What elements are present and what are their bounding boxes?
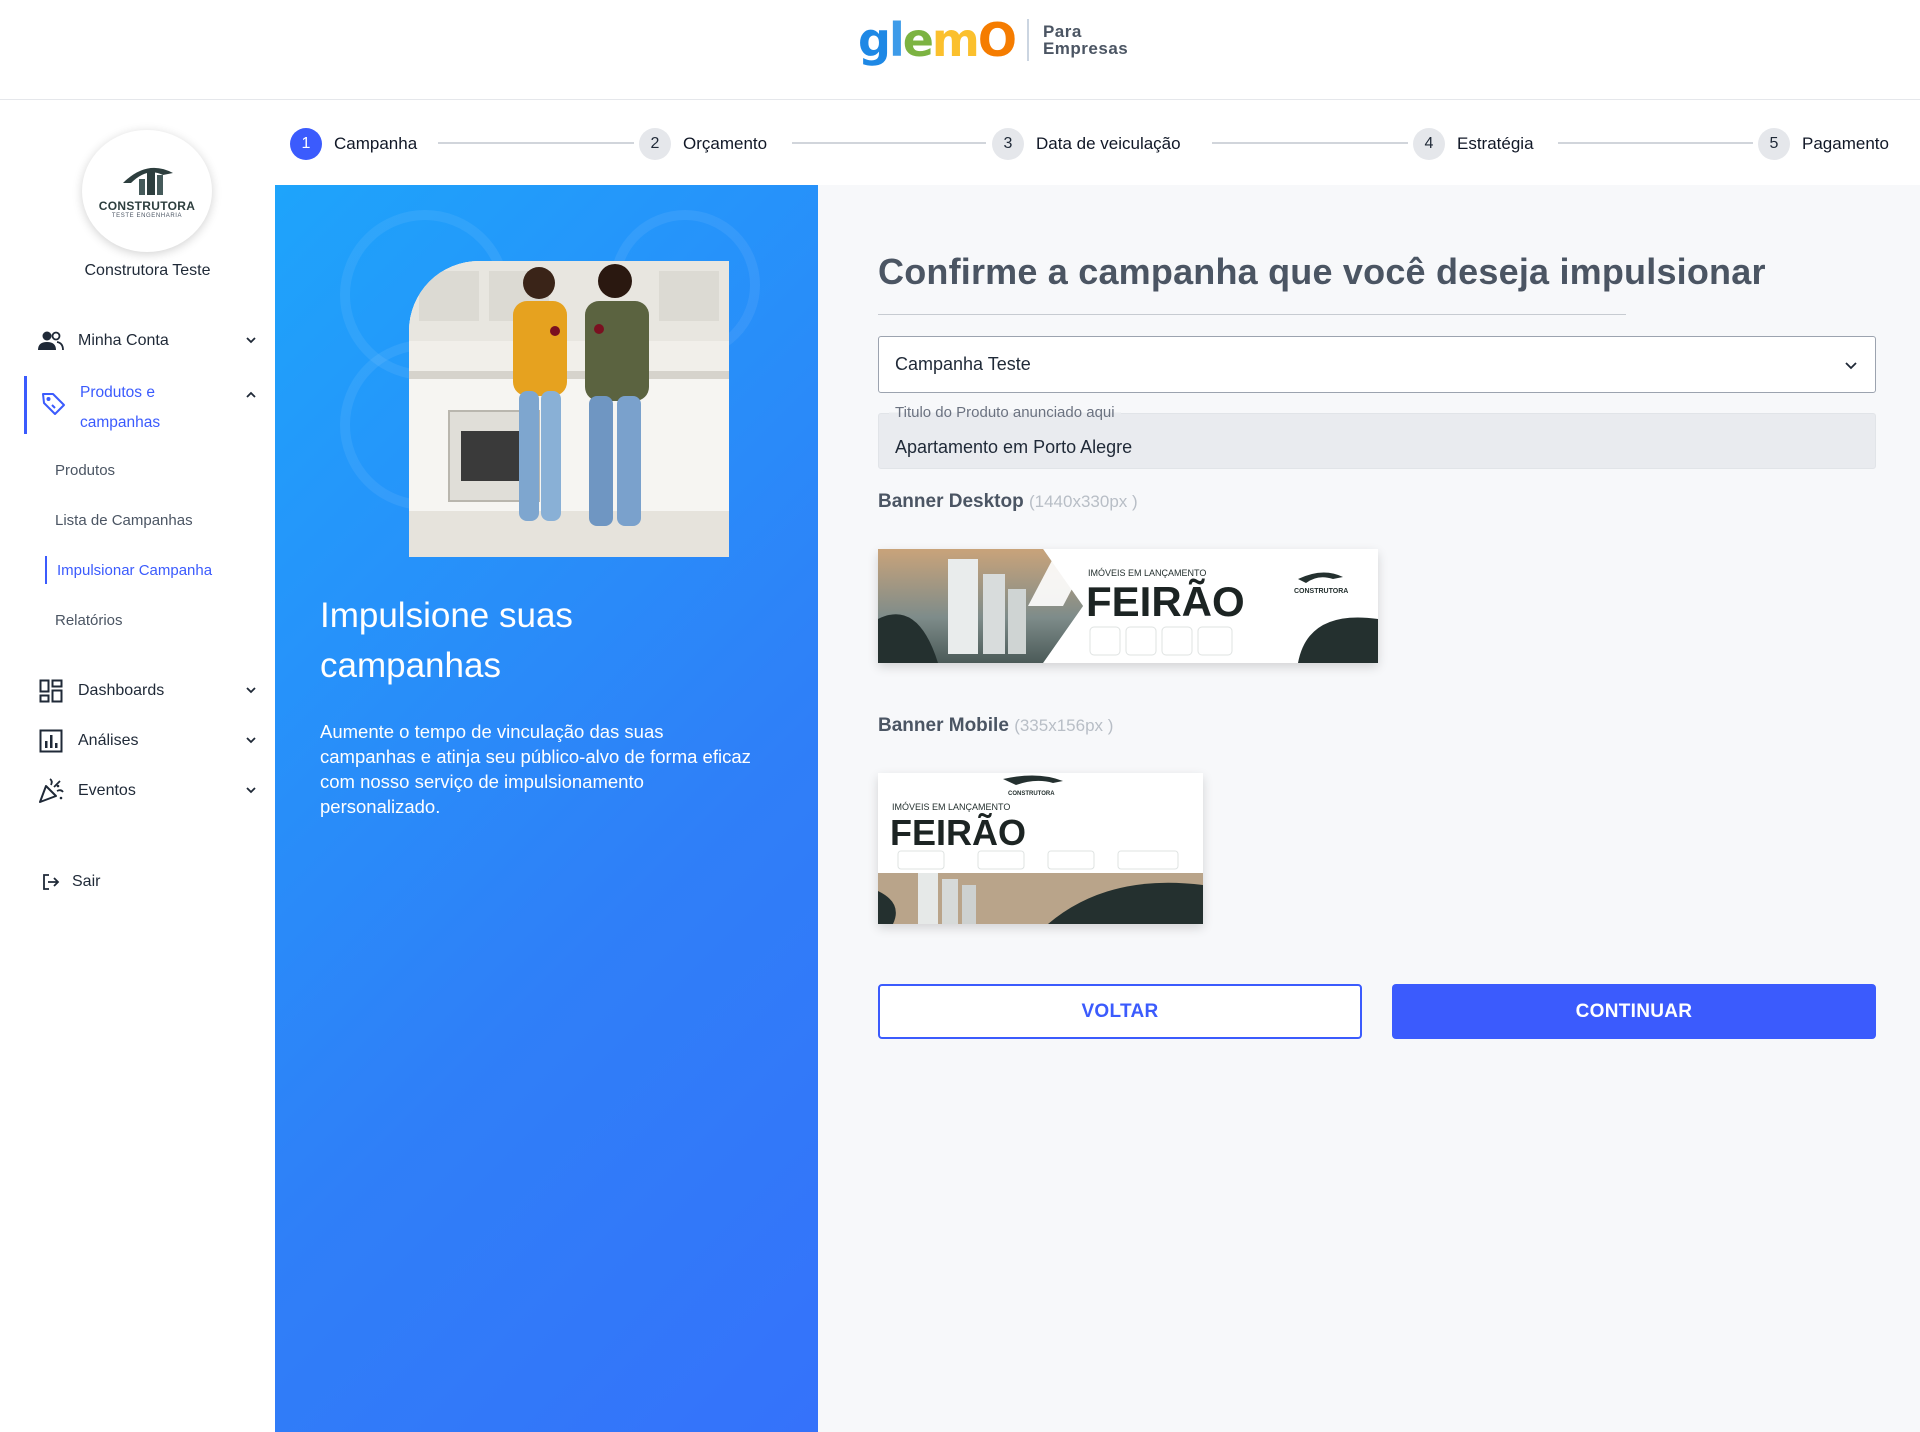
step-number: 5 — [1758, 128, 1790, 160]
title-divider — [878, 314, 1626, 315]
sidebar: CONSTRUTORA TESTE ENGENHARIA Construtora… — [0, 100, 275, 1432]
company-name: Construtora Teste — [84, 262, 211, 279]
logo-text: CONSTRUTORA — [98, 199, 196, 213]
chevron-down-icon — [246, 787, 256, 794]
sub-active-indicator — [45, 556, 47, 584]
bar-chart-icon — [38, 728, 64, 754]
party-popper-icon — [38, 778, 64, 804]
banner-mobile-label: Banner Mobile (335x156px ) — [878, 715, 1114, 736]
step-campanha[interactable]: 1 Campanha — [290, 124, 417, 164]
top-bar: glemO Para Empresas — [0, 0, 1920, 100]
step-label: Orçamento — [683, 134, 768, 153]
step-label: Data de veiculação — [1036, 134, 1181, 153]
step-connector — [1558, 142, 1753, 144]
nav-active-indicator — [24, 376, 27, 434]
users-icon — [38, 328, 64, 354]
product-title-field: Titulo do Produto anunciado aqui — [878, 404, 1876, 469]
promo-description: Aumente o tempo de vinculação das suas c… — [320, 721, 751, 817]
building-logo-icon — [123, 167, 173, 195]
banner-mobile-preview: CONSTRUTORA IMÓVEIS EM LANÇAMENTO FEIRÃO — [878, 773, 1203, 924]
step-connector — [438, 142, 634, 144]
nav-label: Produtos e campanhas — [80, 384, 161, 431]
sub-item-lista-campanhas[interactable]: Lista de Campanhas — [55, 512, 193, 529]
back-button[interactable]: VOLTAR — [878, 984, 1362, 1039]
page-title: Confirme a campanha que você deseja impu… — [878, 251, 1766, 292]
product-title-input[interactable] — [879, 414, 1875, 468]
svg-text:CONSTRUTORA: CONSTRUTORA — [1008, 791, 1055, 797]
svg-text:IMÓVEIS EM LANÇAMENTO: IMÓVEIS EM LANÇAMENTO — [1088, 568, 1206, 578]
nav-label: Minha Conta — [78, 332, 169, 349]
chevron-down-icon — [246, 337, 256, 344]
nav-label: Eventos — [78, 782, 136, 799]
main-content: Confirme a campanha que você deseja impu… — [818, 185, 1920, 1432]
nav-produtos-campanhas[interactable]: Produtos e campanhas — [40, 378, 258, 434]
nav-label: Sair — [72, 873, 101, 890]
banner-desktop-preview: IMÓVEIS EM LANÇAMENTO FEIRÃO CONSTRUTORA — [878, 549, 1378, 663]
nav-analises[interactable]: Análises — [38, 725, 258, 757]
chevron-down-icon — [1845, 362, 1857, 370]
svg-text:FEIRÃO: FEIRÃO — [1086, 578, 1245, 625]
sub-item-impulsionar-campanha[interactable]: Impulsionar Campanha — [57, 562, 212, 579]
step-number: 4 — [1413, 128, 1445, 160]
brand-divider — [1026, 19, 1029, 61]
campaign-select[interactable]: Campanha Teste — [878, 336, 1876, 393]
step-connector — [792, 142, 986, 144]
step-label: Pagamento — [1802, 134, 1889, 153]
brand-wordmark: glemO — [858, 13, 1017, 67]
banner-mobile-dimensions: (335x156px ) — [1014, 716, 1114, 735]
sub-item-produtos[interactable]: Produtos — [55, 462, 115, 479]
step-connector — [1212, 142, 1408, 144]
step-data-veiculacao[interactable]: 3 Data de veiculação — [992, 124, 1181, 164]
company-avatar: CONSTRUTORA TESTE ENGENHARIA — [82, 130, 212, 252]
logo-subtext: TESTE ENGENHARIA — [111, 213, 183, 219]
campaign-select-value: Campanha Teste — [895, 354, 1031, 374]
svg-text:FEIRÃO: FEIRÃO — [890, 811, 1026, 853]
step-label: Estratégia — [1457, 134, 1534, 153]
progress-stepper: 1 Campanha 2 Orçamento 3 Data de veicula… — [290, 124, 1900, 164]
nav-dashboards[interactable]: Dashboards — [38, 675, 258, 707]
chevron-down-icon — [246, 687, 256, 694]
banner-desktop-label: Banner Desktop (1440x330px ) — [878, 491, 1138, 512]
svg-text:CONSTRUTORA: CONSTRUTORA — [1294, 588, 1348, 595]
promo-title: Impulsione suas campanhas — [320, 596, 573, 685]
brand-logo[interactable]: glemO Para Empresas — [858, 10, 1128, 70]
step-orcamento[interactable]: 2 Orçamento — [639, 124, 767, 164]
chevron-up-icon — [246, 391, 256, 398]
continue-button[interactable]: CONTINUAR — [1392, 984, 1876, 1039]
svg-text:IMÓVEIS EM LANÇAMENTO: IMÓVEIS EM LANÇAMENTO — [892, 802, 1010, 812]
step-label: Campanha — [334, 134, 418, 153]
nav-minha-conta[interactable]: Minha Conta — [38, 325, 258, 357]
chevron-down-icon — [246, 737, 256, 744]
step-estrategia[interactable]: 4 Estratégia — [1413, 124, 1534, 164]
step-number: 3 — [992, 128, 1024, 160]
banner-desktop-dimensions: (1440x330px ) — [1028, 492, 1138, 511]
tag-icon — [40, 390, 66, 416]
dashboard-icon — [38, 678, 64, 704]
nav-label: Dashboards — [78, 682, 165, 699]
sub-item-relatorios[interactable]: Relatórios — [55, 612, 123, 629]
nav-label: Análises — [78, 732, 139, 749]
nav-eventos[interactable]: Eventos — [38, 775, 258, 807]
brand-subtitle: Para Empresas — [1042, 22, 1129, 58]
logout-icon — [38, 869, 64, 895]
step-number: 2 — [639, 128, 671, 160]
promo-panel: Impulsione suas campanhas Aumente o temp… — [275, 185, 818, 1432]
step-pagamento[interactable]: 5 Pagamento — [1758, 124, 1889, 164]
step-number: 1 — [290, 128, 322, 160]
nav-sair[interactable]: Sair — [38, 866, 258, 898]
couple-kitchen-photo — [409, 261, 729, 557]
